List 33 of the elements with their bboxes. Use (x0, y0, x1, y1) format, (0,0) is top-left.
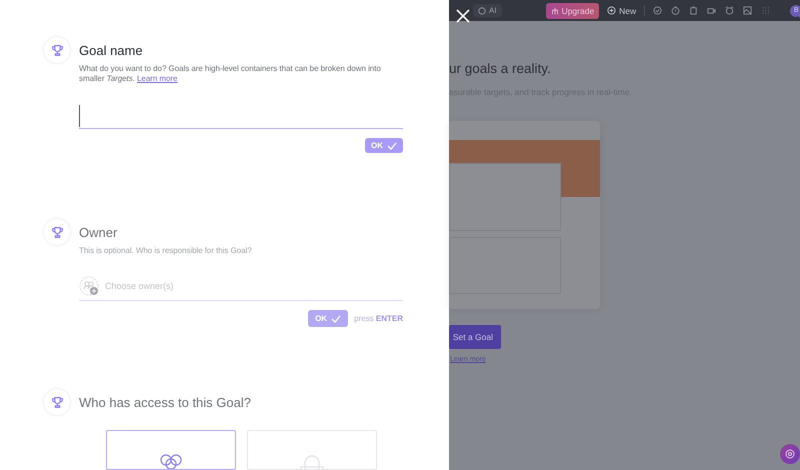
section-description: This is optional. Who is responsible for this Goal? (79, 246, 253, 256)
access-option-card[interactable] (106, 430, 236, 470)
section-title: Goal name (79, 43, 144, 58)
clipboard-icon[interactable] (689, 6, 698, 15)
section-title: Who has access to this Goal? (79, 395, 252, 410)
help-button[interactable] (780, 444, 800, 464)
ok-button[interactable]: OK (308, 310, 348, 327)
video-icon[interactable] (707, 6, 716, 15)
apps-grid-icon[interactable] (761, 6, 770, 15)
section-title: Owner (79, 225, 118, 240)
learn-more-link[interactable]: Learn more (137, 74, 178, 83)
add-people-icon (79, 276, 100, 296)
ok-button[interactable]: OK (365, 138, 403, 153)
trophy-icon (50, 44, 64, 56)
page-heading: ur goals a reality. (449, 61, 552, 76)
alarm-clock-icon[interactable] (725, 6, 734, 15)
check-circle-icon[interactable] (653, 6, 662, 15)
timer-icon[interactable] (671, 6, 680, 15)
help-icon (785, 449, 796, 459)
section-description: What do you want to do? Goals are high-level containers that can be broken down into smaller Targets. Learn more (79, 64, 382, 84)
new-button[interactable]: New (607, 6, 636, 16)
plus-circle-icon (607, 6, 616, 15)
owner-field[interactable]: Choose owner(s) (105, 281, 403, 291)
set-goal-button[interactable]: Set a Goal (449, 325, 501, 349)
trophy-icon (50, 226, 64, 238)
checkmark-icon (331, 314, 342, 322)
image-icon[interactable] (743, 6, 752, 15)
ai-button[interactable]: AI (473, 4, 502, 17)
press-enter-hint: press ENTER (354, 314, 403, 323)
upgrade-button[interactable]: Upgrade (546, 2, 600, 18)
checkmark-icon (387, 142, 397, 150)
goal-name-field[interactable] (79, 104, 403, 129)
trophy-icon (50, 396, 64, 408)
